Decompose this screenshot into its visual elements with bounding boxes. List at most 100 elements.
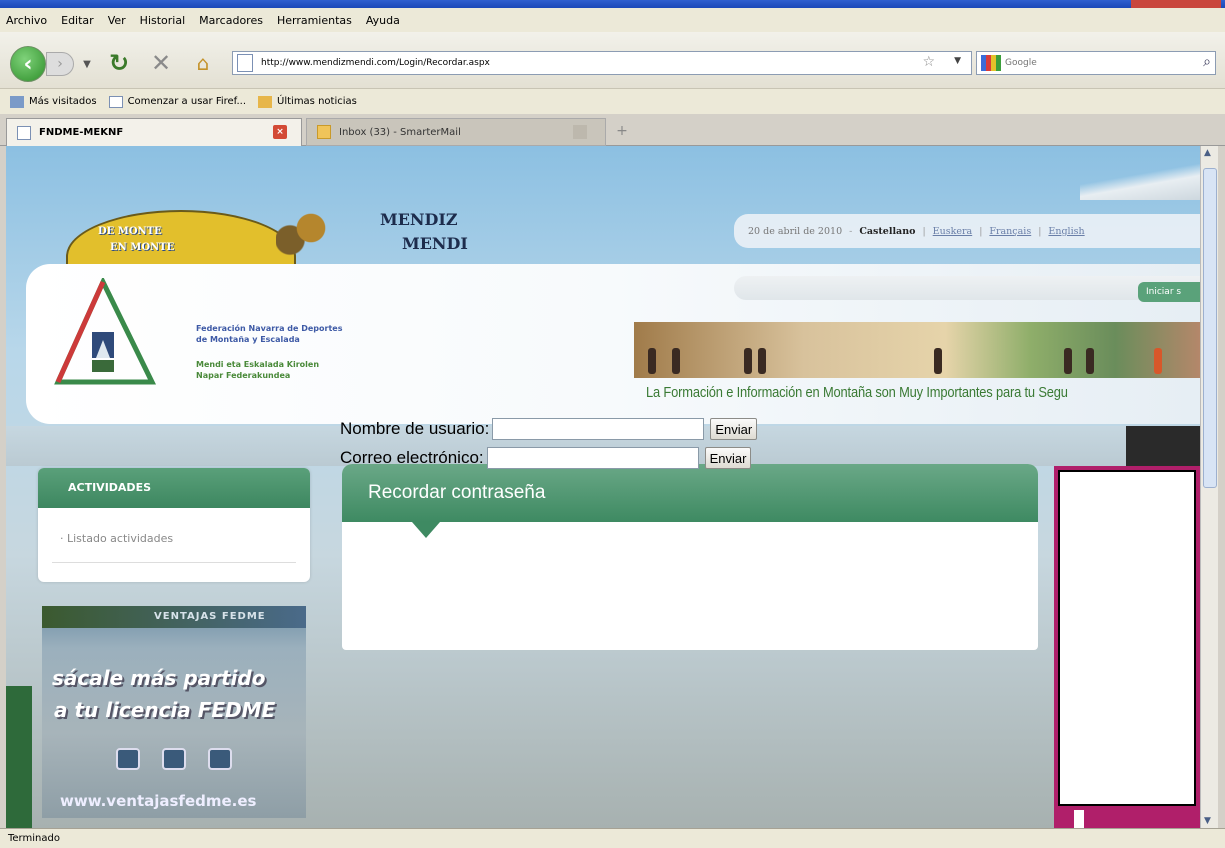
window-titlebar — [0, 0, 1225, 8]
separator: | — [1038, 225, 1042, 237]
page-icon — [237, 54, 253, 72]
card-icon — [162, 748, 186, 770]
close-icon: ✕ — [150, 49, 172, 77]
lang-francais-link[interactable]: Français — [989, 226, 1031, 237]
email-row: Correo electrónico: Enviar — [340, 447, 752, 469]
tab-title: Inbox (33) - SmarterMail — [339, 126, 461, 138]
logo-mendiz: MENDIZ — [380, 210, 458, 229]
federation-name: Federación Navarra de Deportes de Montañ… — [196, 323, 343, 381]
bookmark-star-icon[interactable]: ☆ — [922, 54, 935, 70]
bookmark-latest-news[interactable]: Últimas noticias — [258, 95, 357, 108]
header-banner-photo — [634, 322, 1200, 378]
tab-inbox[interactable]: Inbox (33) - SmarterMail — [306, 118, 606, 146]
shield-icon — [116, 748, 140, 770]
email-input[interactable] — [486, 447, 699, 469]
url-bar[interactable]: ☆ ▼ — [232, 51, 972, 75]
logo-text: EN MONTE — [110, 242, 175, 253]
lang-english-link[interactable]: English — [1048, 226, 1084, 237]
ad-box-content — [1058, 470, 1196, 806]
tab-bar: FNDME-MEKNF × Inbox (33) - SmarterMail + — [0, 114, 1225, 146]
chevron-down-icon: ▼ — [83, 58, 91, 70]
forward-button[interactable]: › — [46, 52, 74, 76]
person-figure — [1154, 348, 1162, 374]
window-controls[interactable] — [1131, 0, 1221, 8]
menu-herramientas[interactable]: Herramientas — [277, 14, 352, 27]
federation-name-line: de Montaña y Escalada — [196, 335, 300, 344]
person-figure — [744, 348, 752, 374]
ad-box-slot — [1074, 810, 1084, 828]
activities-list-link[interactable]: · Listado actividades — [60, 532, 173, 545]
scrollbar-thumb[interactable] — [1203, 168, 1217, 488]
federation-name-line: Napar Federakundea — [196, 371, 291, 380]
federation-logo[interactable] — [48, 278, 158, 390]
scroll-up-icon[interactable]: ▲ — [1204, 148, 1211, 158]
close-tab-icon[interactable] — [573, 125, 587, 139]
mail-icon — [317, 125, 331, 139]
language-bar: 20 de abril de 2010 - Castellano | Euske… — [734, 214, 1200, 248]
bookmark-icon — [10, 95, 24, 108]
activities-list-label: Listado actividades — [67, 532, 174, 545]
folder-icon — [258, 95, 273, 108]
background-photo-dark — [1126, 426, 1200, 466]
menu-editar[interactable]: Editar — [61, 14, 94, 27]
bookmark-label: Comenzar a usar Firef... — [127, 96, 247, 107]
menu-ver[interactable]: Ver — [108, 14, 126, 27]
navigation-toolbar: ‹ › ▼ ↻ ✕ ⌂ ☆ ▼ ⌕ — [0, 32, 1225, 88]
stop-button[interactable]: ✕ — [148, 49, 174, 77]
status-bar: Terminado — [0, 828, 1225, 848]
page-title: Recordar contraseña — [342, 464, 1038, 522]
username-label: Nombre de usuario: — [340, 419, 490, 438]
reload-button[interactable]: ↻ — [106, 49, 132, 77]
activities-title: ACTIVIDADES — [38, 468, 310, 508]
username-input[interactable] — [492, 418, 705, 440]
fedme-ad-top: VENTAJAS FEDME — [42, 606, 306, 628]
home-icon: ⌂ — [196, 51, 210, 75]
scroll-down-icon[interactable]: ▼ — [1204, 816, 1211, 826]
search-bar[interactable]: ⌕ — [976, 51, 1216, 75]
history-dropdown[interactable]: ▼ — [78, 52, 96, 76]
fedme-ad-headline: a tu licencia FEDME — [54, 698, 276, 722]
bookmark-label: Últimas noticias — [277, 96, 357, 107]
lang-euskera-link[interactable]: Euskera — [933, 226, 973, 237]
person-figure — [672, 348, 680, 374]
new-tab-button[interactable]: + — [610, 118, 634, 144]
search-icon[interactable]: ⌕ — [1203, 54, 1211, 70]
search-engine-icon[interactable] — [981, 55, 1001, 71]
mendizmendi-logo[interactable]: DE MONTE EN MONTE MENDIZ MENDI — [66, 192, 486, 270]
menu-ayuda[interactable]: Ayuda — [366, 14, 400, 27]
back-button[interactable]: ‹ — [10, 46, 46, 82]
reload-icon: ↻ — [108, 49, 130, 77]
federation-name-line: Mendi eta Eskalada Kirolen — [196, 360, 320, 369]
menu-archivo[interactable]: Archivo — [6, 14, 47, 27]
forward-arrow-icon: › — [57, 56, 63, 72]
mountain-image — [1080, 160, 1200, 200]
bookmark-getting-started[interactable]: Comenzar a usar Firef... — [108, 95, 247, 108]
menu-historial[interactable]: Historial — [140, 14, 185, 27]
home-button[interactable]: ⌂ — [190, 50, 216, 76]
date-text: 20 de abril de 2010 — [748, 225, 843, 237]
page-icon — [108, 95, 123, 108]
chevron-down-icon[interactable]: ▼ — [954, 56, 961, 66]
tab-title: FNDME-MEKNF — [39, 127, 124, 138]
send-email-button[interactable]: Enviar — [704, 447, 752, 469]
back-arrow-icon: ‹ — [23, 51, 33, 77]
login-button[interactable]: Iniciar s — [1138, 282, 1200, 302]
bookmark-most-visited[interactable]: Más visitados — [10, 95, 97, 108]
logo-text: DE MONTE — [98, 226, 162, 237]
username-row: Nombre de usuario: Enviar — [340, 418, 758, 440]
search-input[interactable] — [1005, 58, 1185, 68]
url-input[interactable] — [261, 58, 861, 68]
tab-fndme[interactable]: FNDME-MEKNF × — [6, 118, 302, 146]
fedme-ad-banner[interactable]: VENTAJAS FEDME sácale más partido a tu l… — [42, 606, 306, 818]
logo-cloud: DE MONTE EN MONTE — [66, 210, 296, 268]
person-figure — [648, 348, 656, 374]
send-username-button[interactable]: Enviar — [710, 418, 758, 440]
menu-marcadores[interactable]: Marcadores — [199, 14, 263, 27]
lang-castellano[interactable]: Castellano — [859, 226, 915, 237]
separator: | — [979, 225, 983, 237]
background-green-strip — [6, 686, 32, 828]
close-tab-icon[interactable]: × — [273, 125, 287, 139]
fedme-ad-url: www.ventajasfedme.es — [60, 792, 257, 810]
vertical-scrollbar[interactable]: ▲ ▼ — [1200, 146, 1218, 828]
title-notch — [412, 522, 440, 538]
